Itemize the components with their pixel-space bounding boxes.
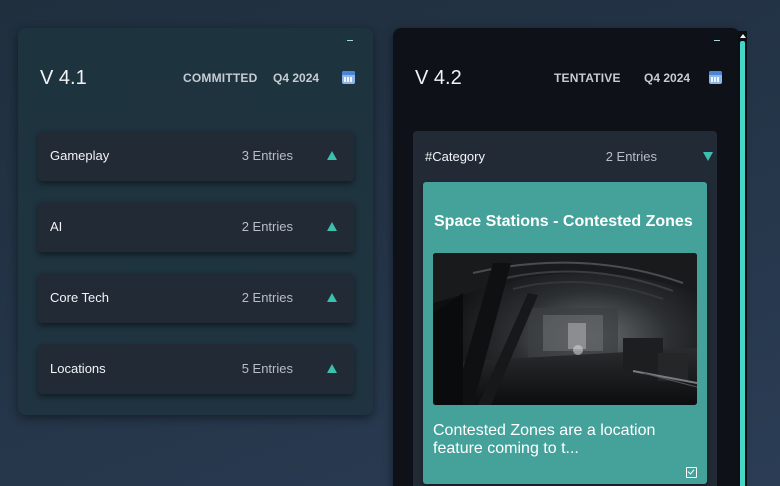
chevron-up-icon[interactable] xyxy=(327,293,337,302)
release-column-4-2: V 4.2 TENTATIVE Q4 2024 #Category 2 Entr… xyxy=(393,28,740,486)
category-entry-count: 2 Entries xyxy=(605,149,657,164)
feature-card-title: Space Stations - Contested Zones xyxy=(434,213,693,230)
category-entry-count: 2 Entries xyxy=(241,219,293,234)
release-version: V 4.2 xyxy=(415,67,462,89)
calendar-icon[interactable] xyxy=(709,71,722,84)
feature-card[interactable]: Space Stations - Contested Zones Contest… xyxy=(423,182,707,484)
category-locations[interactable]: Locations 5 Entries xyxy=(38,344,354,394)
release-column-4-1: V 4.1 COMMITTED Q4 2024 Gameplay 3 Entri… xyxy=(18,28,373,415)
calendar-icon[interactable] xyxy=(342,71,355,84)
station-interior-image xyxy=(433,253,697,405)
scroll-up-arrow-icon[interactable] xyxy=(740,34,746,38)
feature-card-description: Contested Zones are a location feature c… xyxy=(433,422,656,457)
chevron-down-icon[interactable] xyxy=(703,152,713,161)
scroll-thumb[interactable] xyxy=(740,41,745,486)
category-header[interactable]: #Category 2 Entries xyxy=(413,131,717,183)
chevron-up-icon[interactable] xyxy=(327,151,337,160)
chevron-up-icon[interactable] xyxy=(327,364,337,373)
release-version: V 4.1 xyxy=(40,67,87,89)
release-header: V 4.1 COMMITTED Q4 2024 xyxy=(40,66,355,90)
release-quarter: Q4 2024 xyxy=(644,71,691,85)
column-menu-dash[interactable] xyxy=(347,40,353,41)
chevron-up-icon[interactable] xyxy=(327,222,337,231)
release-status: COMMITTED xyxy=(183,71,258,85)
vertical-scrollbar[interactable] xyxy=(738,31,747,486)
category-entry-count: 5 Entries xyxy=(241,361,293,376)
release-quarter: Q4 2024 xyxy=(273,71,320,85)
category-core-tech[interactable]: Core Tech 2 Entries xyxy=(38,273,354,323)
checkbox-icon[interactable] xyxy=(686,467,697,478)
category-label: Gameplay xyxy=(50,148,110,163)
category-label: AI xyxy=(50,219,63,234)
category-ai[interactable]: AI 2 Entries xyxy=(38,202,354,252)
category-label: Core Tech xyxy=(50,290,110,305)
feature-card-image xyxy=(433,253,697,405)
category-label: Locations xyxy=(50,361,106,376)
column-menu-dash[interactable] xyxy=(714,40,720,41)
category-label: #Category xyxy=(425,149,485,164)
release-status: TENTATIVE xyxy=(554,71,621,85)
category-gameplay[interactable]: Gameplay 3 Entries xyxy=(38,131,354,181)
category-entry-count: 3 Entries xyxy=(241,148,293,163)
release-header: V 4.2 TENTATIVE Q4 2024 xyxy=(415,66,722,90)
category-entry-count: 2 Entries xyxy=(241,290,293,305)
category-panel-expanded: #Category 2 Entries Space Stations - Con… xyxy=(413,131,717,486)
